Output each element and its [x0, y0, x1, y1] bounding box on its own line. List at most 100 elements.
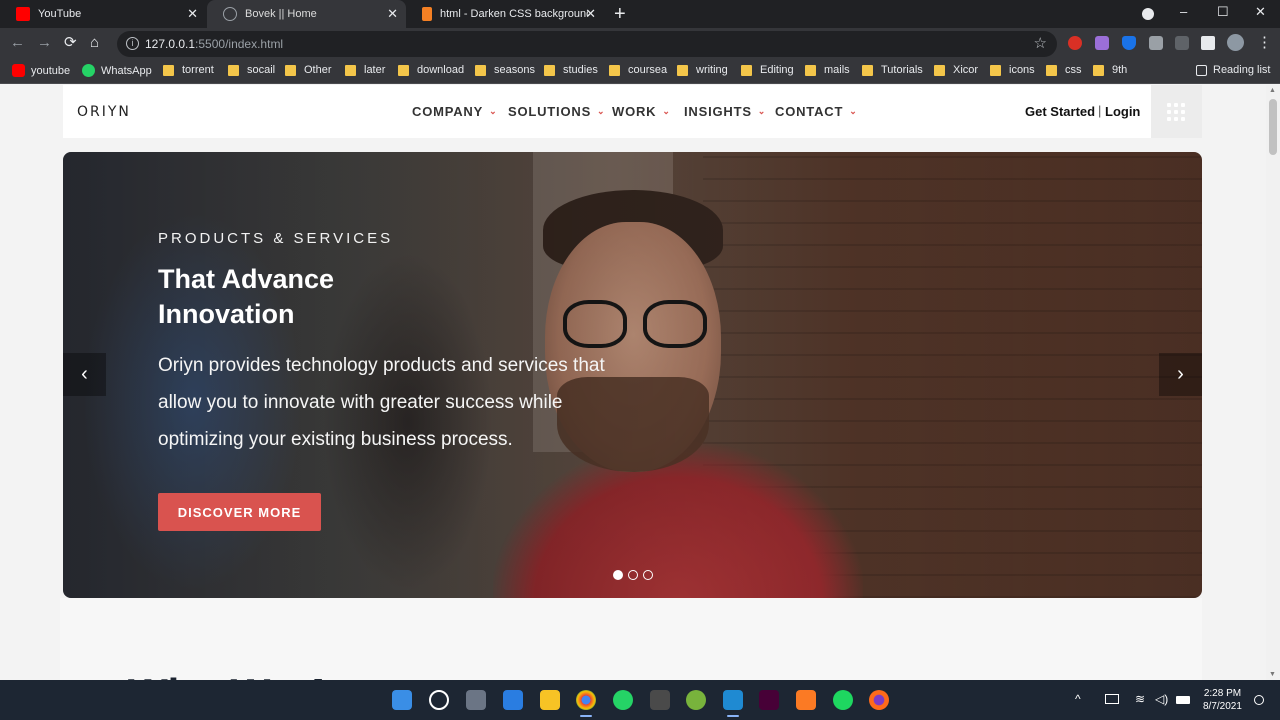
bookmark-folder[interactable]: Other: [285, 64, 332, 76]
tab-title: Bovek || Home: [245, 8, 317, 20]
whatsapp-icon[interactable]: [613, 690, 633, 710]
site-info-icon[interactable]: i: [126, 37, 139, 50]
chrome-icon[interactable]: [576, 690, 596, 717]
address-bar[interactable]: i 127.0.0.1:5500/index.html ☆: [117, 31, 1057, 57]
home-button[interactable]: ⌂: [90, 33, 99, 53]
search-icon[interactable]: [429, 690, 449, 710]
extension-pen-icon[interactable]: [1175, 36, 1189, 50]
extension-adblock-icon[interactable]: [1068, 36, 1082, 50]
page-scrollbar[interactable]: ▲ ▼: [1266, 85, 1280, 680]
keyboard-icon[interactable]: [1105, 694, 1119, 704]
chevron-up-icon[interactable]: ^: [1075, 692, 1081, 706]
nav-work[interactable]: WORK ⌄: [612, 104, 671, 119]
bookmark-youtube[interactable]: youtube: [12, 64, 70, 77]
windows-start-icon[interactable]: [392, 690, 412, 710]
bookmark-whatsapp[interactable]: WhatsApp: [82, 64, 152, 77]
slider-prev-button[interactable]: ‹: [63, 353, 106, 396]
folder-icon: [677, 64, 688, 76]
close-icon[interactable]: ✕: [187, 7, 198, 21]
bookmark-label: Other: [304, 64, 332, 76]
bookmark-folder[interactable]: Xicor: [934, 64, 978, 76]
reading-list-button[interactable]: Reading list: [1196, 64, 1270, 76]
login-link[interactable]: Login: [1105, 104, 1140, 119]
bookmark-folder[interactable]: socail: [228, 64, 275, 76]
scrollbar-thumb[interactable]: [1269, 99, 1277, 155]
adobe-xd-icon[interactable]: [759, 690, 779, 710]
nav-company[interactable]: COMPANY ⌄: [412, 104, 497, 119]
site-logo[interactable]: ORIYN: [77, 104, 131, 120]
bookmark-label: writing: [696, 64, 728, 76]
minimize-button[interactable]: –: [1180, 4, 1187, 19]
tab-search-icon[interactable]: [1142, 8, 1154, 20]
nav-solutions[interactable]: SOLUTIONS ⌄: [508, 104, 605, 119]
tab-title: html - Darken CSS background i: [440, 8, 588, 20]
extension-camera-icon[interactable]: [1149, 36, 1163, 50]
new-tab-button[interactable]: +: [614, 3, 626, 25]
bookmark-folder[interactable]: icons: [990, 64, 1035, 76]
bookmark-folder[interactable]: coursea: [609, 64, 667, 76]
maximize-button[interactable]: ☐: [1217, 4, 1229, 20]
extension-feather-icon[interactable]: [1095, 36, 1109, 50]
file-explorer-icon[interactable]: [540, 690, 560, 710]
utorrent-icon[interactable]: [686, 690, 706, 710]
back-button[interactable]: ←: [10, 33, 25, 53]
bookmark-label: download: [417, 64, 465, 76]
close-window-button[interactable]: ✕: [1255, 4, 1266, 20]
bookmark-folder[interactable]: 9th: [1093, 64, 1127, 76]
system-clock[interactable]: 2:28 PM 8/7/2021: [1203, 687, 1242, 713]
firefox-icon[interactable]: [869, 690, 889, 710]
xampp-icon[interactable]: [796, 690, 816, 710]
grid-dot: [1181, 117, 1185, 121]
bookmark-folder[interactable]: studies: [544, 64, 598, 76]
bookmark-folder[interactable]: Editing: [741, 64, 794, 76]
close-icon[interactable]: ✕: [387, 7, 398, 21]
close-icon[interactable]: ✕: [585, 7, 596, 21]
folder-icon: [934, 64, 945, 76]
tab-strip: YouTube ✕ Bovek || Home ✕ html - Darken …: [0, 0, 1280, 28]
slider-next-button[interactable]: ›: [1159, 353, 1202, 396]
notification-icon[interactable]: [1254, 695, 1264, 705]
bookmark-folder[interactable]: later: [345, 64, 385, 76]
tab-stackoverflow[interactable]: html - Darken CSS background i ✕: [406, 0, 604, 28]
bookmark-folder[interactable]: seasons: [475, 64, 535, 76]
nav-contact[interactable]: CONTACT ⌄: [775, 104, 858, 119]
vscode-icon[interactable]: [723, 690, 743, 717]
folder-icon: [805, 64, 816, 76]
scroll-up-icon[interactable]: ▲: [1269, 87, 1276, 94]
extensions-puzzle-icon[interactable]: [1201, 36, 1215, 50]
grid-dot: [1167, 117, 1171, 121]
task-view-icon[interactable]: [466, 690, 486, 710]
folder-icon: [1093, 64, 1104, 76]
bookmark-folder[interactable]: download: [398, 64, 464, 76]
spotify-icon[interactable]: [833, 690, 853, 710]
slider-dot-active[interactable]: [613, 570, 623, 580]
battery-icon[interactable]: [1176, 696, 1190, 704]
slider-dot[interactable]: [643, 570, 653, 580]
get-started-link[interactable]: Get Started: [1025, 104, 1095, 119]
video-editor-icon[interactable]: [650, 690, 670, 710]
scroll-down-icon[interactable]: ▼: [1269, 671, 1276, 678]
nav-insights[interactable]: INSIGHTS ⌄: [684, 104, 766, 119]
forward-button[interactable]: →: [37, 33, 52, 53]
reload-button[interactable]: ⟳: [64, 33, 77, 53]
bookmark-star-icon[interactable]: ☆: [1034, 34, 1047, 52]
tab-bovek-home[interactable]: Bovek || Home ✕: [207, 0, 406, 28]
discover-more-button[interactable]: DISCOVER MORE: [158, 493, 321, 531]
tab-youtube[interactable]: YouTube ✕: [0, 0, 206, 28]
extension-shield-icon[interactable]: [1122, 36, 1136, 50]
bookmark-folder[interactable]: writing: [677, 64, 728, 76]
web-page: ORIYN COMPANY ⌄ SOLUTIONS ⌄ WORK ⌄ INSIGHTS…: [0, 85, 1280, 680]
menu-kebab-icon[interactable]: ⋮: [1257, 33, 1272, 53]
bookmark-folder[interactable]: mails: [805, 64, 850, 76]
widgets-icon[interactable]: [503, 690, 523, 710]
bookmark-folder[interactable]: Tutorials: [862, 64, 923, 76]
bookmark-folder[interactable]: torrent: [163, 64, 214, 76]
reading-list-icon: [1196, 64, 1207, 76]
bookmark-folder[interactable]: css: [1046, 64, 1082, 76]
profile-avatar-icon[interactable]: [1227, 34, 1244, 51]
slider-dot[interactable]: [628, 570, 638, 580]
grid-dot: [1174, 110, 1178, 114]
volume-icon[interactable]: ◁): [1155, 692, 1168, 706]
wifi-icon[interactable]: ≋: [1135, 692, 1145, 706]
apps-grid-button[interactable]: [1151, 85, 1202, 138]
